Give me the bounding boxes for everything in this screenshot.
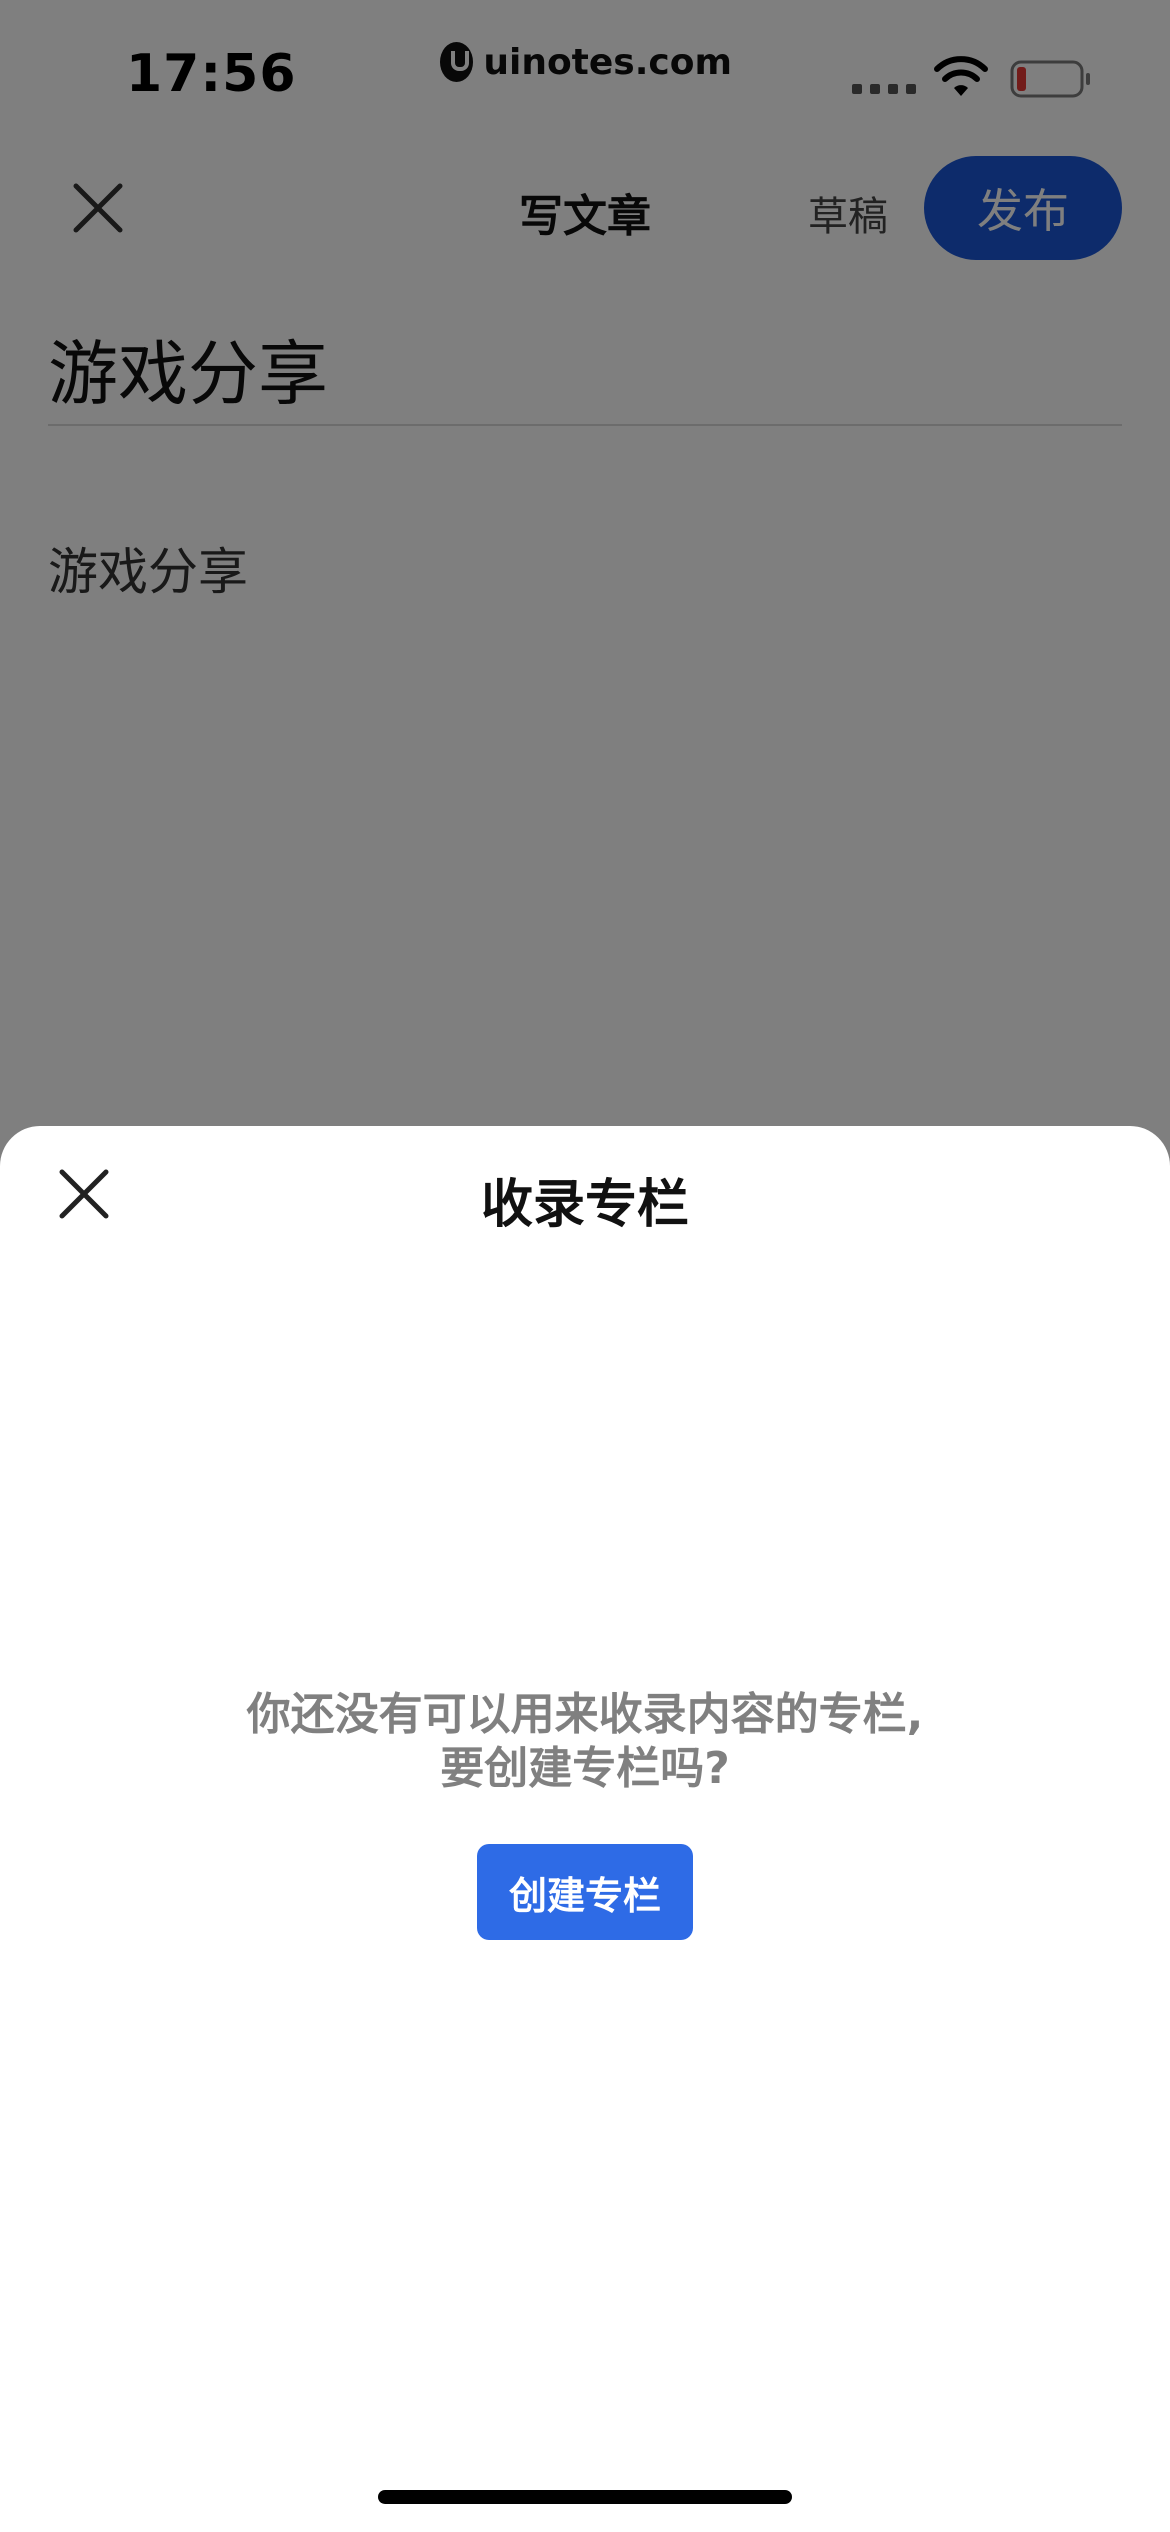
empty-message-line1: 你还没有可以用来收录内容的专栏, [246, 1689, 924, 1740]
home-indicator[interactable] [378, 2490, 792, 2504]
empty-message-line2: 要创建专栏吗? [440, 1743, 730, 1794]
column-sheet: 收录专栏 你还没有可以用来收录内容的专栏, 要创建专栏吗? 创建专栏 [0, 1126, 1170, 2532]
create-column-button[interactable]: 创建专栏 [477, 1844, 693, 1940]
sheet-title: 收录专栏 [480, 1175, 689, 1235]
empty-message: 你还没有可以用来收录内容的专栏, 要创建专栏吗? [0, 1688, 1170, 1796]
